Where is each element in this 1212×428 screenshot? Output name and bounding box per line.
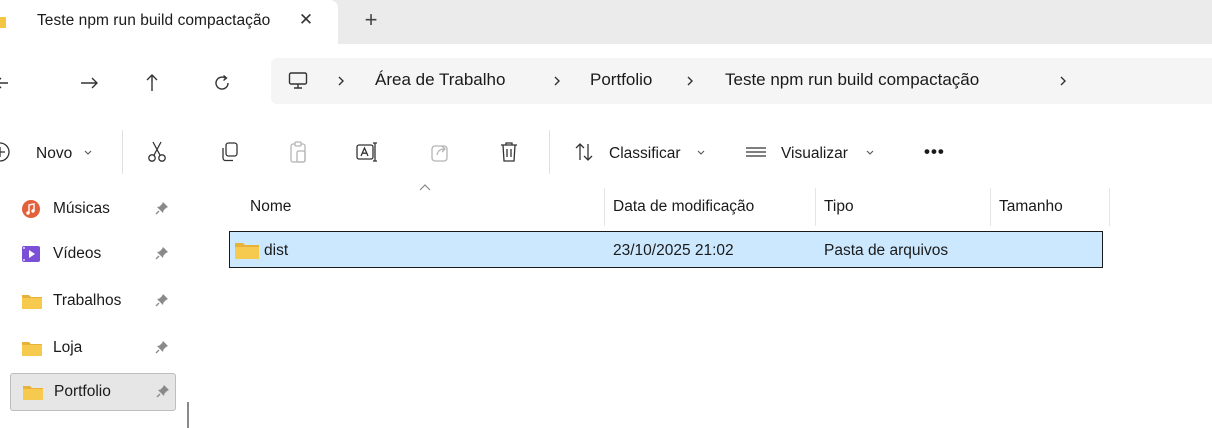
back-icon[interactable]	[0, 72, 16, 94]
column-header-label: Tamanho	[999, 198, 1063, 215]
sidebar-item-label: Loja	[53, 339, 83, 356]
tab-title: Teste npm run build compactação	[37, 12, 271, 29]
column-header-type[interactable]: Tipo	[816, 188, 990, 226]
folder-icon	[0, 17, 6, 28]
navigation-pane: Músicas Vídeos Trabalhos Loja Portfolio	[0, 188, 186, 428]
column-header-label: Data de modificação	[613, 198, 755, 215]
tab-strip: Teste npm run build compactação ✕ +	[0, 0, 1212, 44]
sidebar-item-label: Músicas	[53, 200, 110, 217]
new-tab-button[interactable]: +	[361, 9, 381, 31]
music-icon	[22, 200, 40, 218]
chevron-right-icon[interactable]	[685, 73, 695, 89]
separator	[549, 130, 550, 174]
pin-icon[interactable]	[155, 246, 169, 260]
pin-icon[interactable]	[155, 293, 169, 307]
file-modified: 23/10/2025 21:02	[613, 242, 734, 259]
navigation-bar: Área de Trabalho Portfolio Teste npm run…	[0, 44, 1212, 118]
tab-active[interactable]: Teste npm run build compactação ✕	[0, 0, 338, 44]
view-icon[interactable]	[744, 140, 768, 164]
sort-button[interactable]: Classificar	[609, 145, 680, 163]
sidebar-item-trabalhos[interactable]: Trabalhos	[10, 283, 176, 319]
computer-icon	[288, 72, 308, 89]
file-type: Pasta de arquivos	[824, 242, 949, 259]
sidebar-scrollbar[interactable]	[187, 402, 189, 428]
copy-icon[interactable]	[219, 140, 241, 164]
view-button[interactable]: Visualizar	[781, 145, 848, 163]
share-icon	[431, 145, 448, 162]
file-name: dist	[264, 242, 289, 259]
column-header-label: Nome	[250, 198, 292, 215]
folder-icon	[23, 386, 43, 400]
videos-icon	[22, 246, 40, 262]
new-button[interactable]: Novo	[36, 145, 72, 163]
forward-icon[interactable]	[78, 72, 100, 94]
chevron-right-icon[interactable]	[552, 73, 562, 89]
breadcrumb-current-folder[interactable]: Teste npm run build compactação	[725, 70, 979, 90]
separator	[122, 130, 123, 174]
chevron-down-icon[interactable]	[697, 150, 705, 156]
column-header-name[interactable]: Nome	[200, 188, 604, 226]
sidebar-item-label: Portfolio	[54, 383, 111, 400]
more-options-button[interactable]: •••	[924, 142, 945, 162]
folder-icon	[22, 342, 42, 356]
command-bar: Novo Classificar Visualizar •••	[0, 118, 1212, 188]
column-header-label: Tipo	[824, 198, 854, 215]
column-header-size[interactable]: Tamanho	[991, 188, 1109, 226]
table-row[interactable]: dist 23/10/2025 21:02 Pasta de arquivos	[229, 231, 1103, 268]
chevron-right-icon[interactable]	[336, 73, 346, 89]
breadcrumb-desktop[interactable]: Área de Trabalho	[375, 70, 505, 90]
folder-icon	[235, 243, 259, 259]
file-list: Nome Data de modificação Tipo Tamanho di…	[200, 184, 1212, 428]
breadcrumb-portfolio[interactable]: Portfolio	[590, 70, 652, 90]
address-bar[interactable]: Área de Trabalho Portfolio Teste npm run…	[271, 58, 1212, 104]
pin-icon[interactable]	[155, 201, 169, 215]
sidebar-item-videos[interactable]: Vídeos	[10, 236, 176, 272]
refresh-icon[interactable]	[211, 72, 233, 94]
pin-icon[interactable]	[155, 340, 169, 354]
cut-icon[interactable]	[146, 140, 168, 164]
sidebar-item-portfolio[interactable]: Portfolio	[10, 373, 176, 411]
paste-icon	[290, 141, 306, 163]
chevron-down-icon[interactable]	[84, 150, 92, 156]
close-tab-icon[interactable]: ✕	[298, 11, 314, 29]
folder-icon	[22, 295, 42, 309]
sidebar-item-music[interactable]: Músicas	[10, 191, 176, 227]
sidebar-item-label: Trabalhos	[53, 292, 122, 309]
column-divider[interactable]	[1109, 188, 1110, 226]
column-header-modified[interactable]: Data de modificação	[605, 188, 815, 226]
rename-icon[interactable]	[355, 140, 379, 164]
up-icon[interactable]	[141, 72, 163, 94]
new-icon[interactable]	[0, 140, 12, 164]
sidebar-item-label: Vídeos	[53, 245, 102, 262]
chevron-right-icon[interactable]	[1058, 73, 1068, 89]
delete-icon[interactable]	[498, 140, 520, 164]
chevron-down-icon[interactable]	[866, 150, 874, 156]
sidebar-item-loja[interactable]: Loja	[10, 330, 176, 366]
sort-icon[interactable]	[573, 140, 595, 164]
pin-icon[interactable]	[156, 384, 170, 398]
